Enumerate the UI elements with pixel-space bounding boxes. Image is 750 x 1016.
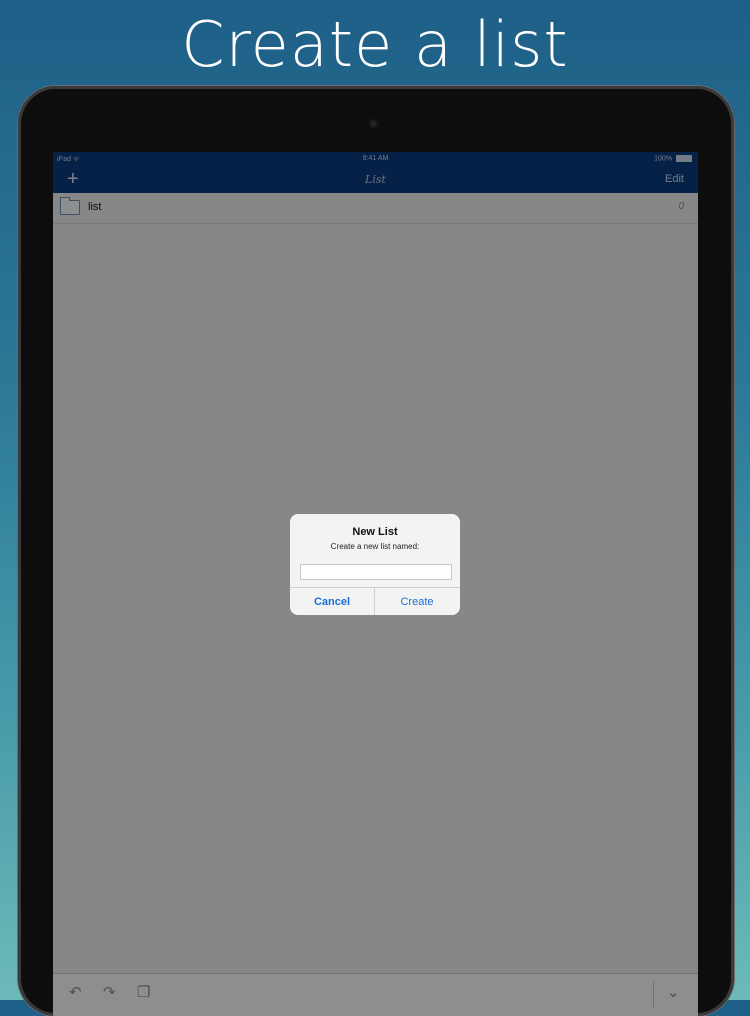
dialog-message: Create a new list named:	[330, 542, 420, 551]
cancel-button[interactable]: Cancel	[290, 588, 375, 615]
app-screen: iPad ᯤ 9:41 AM 100% + List Edit list 0 ↶…	[53, 152, 698, 1016]
front-camera	[369, 119, 378, 128]
dialog-title: New List	[352, 526, 398, 538]
promo-headline: Create a list	[181, 8, 569, 81]
create-button[interactable]: Create	[375, 588, 459, 615]
ipad-device-frame: iPad ᯤ 9:41 AM 100% + List Edit list 0 ↶…	[18, 86, 734, 1016]
list-name-input[interactable]	[300, 564, 452, 580]
new-list-dialog: New List Create a new list named: Cancel…	[290, 514, 460, 615]
dialog-button-row: Cancel Create	[290, 587, 460, 615]
